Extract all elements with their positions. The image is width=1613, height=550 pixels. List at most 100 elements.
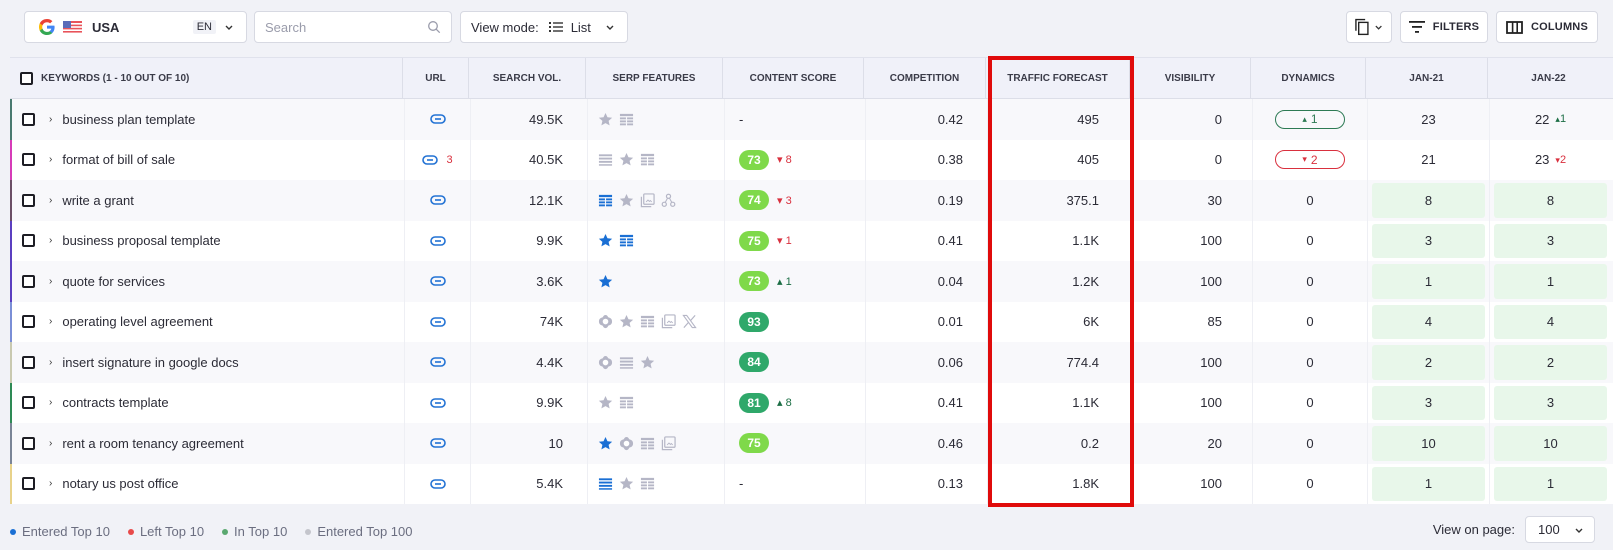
featured-snippet-star-icon[interactable]: [598, 233, 613, 248]
keyword-text[interactable]: insert signature in google docs: [62, 355, 238, 370]
featured-snippet-star-icon[interactable]: [619, 152, 634, 167]
list-icon[interactable]: [598, 476, 613, 491]
knowledge-panel-icon[interactable]: [619, 436, 634, 451]
row-checkbox[interactable]: [22, 112, 35, 126]
column-header-visibility[interactable]: VISIBILITY: [1130, 58, 1251, 98]
expand-chevron-icon[interactable]: ›: [49, 195, 52, 206]
search-icon[interactable]: [427, 20, 441, 34]
list-icon[interactable]: [619, 355, 634, 370]
search-input[interactable]: [265, 19, 415, 35]
content-score-badge[interactable]: 75: [739, 433, 769, 454]
column-header-search-vol[interactable]: SEARCH VOL.: [469, 58, 586, 98]
link-icon[interactable]: [429, 235, 446, 246]
row-checkbox[interactable]: [22, 355, 35, 369]
table-row[interactable]: › business plan template 49.5K - 0.42 49…: [10, 99, 1613, 140]
keyword-text[interactable]: quote for services: [62, 274, 165, 289]
featured-snippet-star-icon[interactable]: [598, 395, 613, 410]
images-icon[interactable]: [661, 314, 676, 329]
filters-button[interactable]: FILTERS: [1400, 11, 1488, 43]
featured-snippet-star-icon[interactable]: [619, 314, 634, 329]
expand-chevron-icon[interactable]: ›: [49, 276, 52, 287]
table-row[interactable]: › insert signature in google docs 4.4K 8…: [10, 342, 1613, 383]
column-header-keywords[interactable]: KEYWORDS (1 - 10 OUT OF 10): [10, 58, 403, 98]
row-checkbox[interactable]: [22, 315, 35, 329]
content-score-badge[interactable]: 93: [739, 311, 769, 332]
knowledge-panel-icon[interactable]: [598, 355, 613, 370]
table-icon[interactable]: [640, 436, 655, 451]
column-header-url[interactable]: URL: [403, 58, 469, 98]
expand-chevron-icon[interactable]: ›: [49, 154, 52, 165]
link-icon[interactable]: [429, 276, 446, 287]
row-checkbox[interactable]: [22, 396, 35, 410]
link-icon[interactable]: [422, 154, 439, 165]
view-mode-dropdown[interactable]: View mode: List: [460, 11, 628, 43]
table-row[interactable]: › write a grant 12.1K 74 ▾ 3 0.19 375.1 3…: [10, 180, 1613, 221]
images-icon[interactable]: [640, 193, 655, 208]
region-selector[interactable]: USA EN: [24, 11, 247, 43]
row-checkbox[interactable]: [22, 234, 35, 248]
images-icon[interactable]: [661, 436, 676, 451]
table-row[interactable]: › business proposal template 9.9K 75 ▾ 1 …: [10, 220, 1613, 261]
knowledge-panel-icon[interactable]: [598, 314, 613, 329]
table-icon[interactable]: [640, 476, 655, 491]
expand-chevron-icon[interactable]: ›: [49, 357, 52, 368]
columns-button[interactable]: COLUMNS: [1496, 11, 1598, 43]
keyword-text[interactable]: write a grant: [62, 193, 134, 208]
featured-snippet-star-icon[interactable]: [619, 476, 634, 491]
column-header-competition[interactable]: COMPETITION: [864, 58, 986, 98]
expand-chevron-icon[interactable]: ›: [49, 478, 52, 489]
column-header-dynamics[interactable]: DYNAMICS: [1251, 58, 1366, 98]
row-checkbox[interactable]: [22, 153, 35, 167]
keyword-text[interactable]: business plan template: [62, 112, 195, 127]
link-icon[interactable]: [429, 195, 446, 206]
keyword-text[interactable]: format of bill of sale: [62, 152, 175, 167]
table-icon[interactable]: [619, 112, 634, 127]
row-checkbox[interactable]: [22, 436, 35, 450]
table-icon[interactable]: [598, 193, 613, 208]
table-icon[interactable]: [640, 152, 655, 167]
content-score-badge[interactable]: 73: [739, 149, 769, 170]
column-header-jan-21[interactable]: JAN-21: [1366, 58, 1488, 98]
page-size-select[interactable]: 100: [1525, 516, 1595, 543]
keyword-text[interactable]: contracts template: [62, 395, 168, 410]
content-score-badge[interactable]: 81: [739, 392, 769, 413]
link-icon[interactable]: [429, 397, 446, 408]
column-header-serp-features[interactable]: SERP FEATURES: [586, 58, 723, 98]
row-checkbox[interactable]: [22, 274, 35, 288]
featured-snippet-star-icon[interactable]: [598, 112, 613, 127]
featured-snippet-star-icon[interactable]: [640, 355, 655, 370]
content-score-badge[interactable]: 73: [739, 271, 769, 292]
graph-icon[interactable]: [661, 193, 676, 208]
link-icon[interactable]: [429, 114, 446, 125]
table-row[interactable]: › format of bill of sale 3 40.5K 73 ▾ 8 0…: [10, 139, 1613, 180]
content-score-badge[interactable]: 75: [739, 230, 769, 251]
select-all-checkbox[interactable]: [20, 71, 33, 85]
expand-chevron-icon[interactable]: ›: [49, 235, 52, 246]
link-icon[interactable]: [429, 438, 446, 449]
table-row[interactable]: › notary us post office 5.4K - 0.13 1.8K…: [10, 463, 1613, 504]
table-icon[interactable]: [619, 233, 634, 248]
expand-chevron-icon[interactable]: ›: [49, 397, 52, 408]
content-score-badge[interactable]: 74: [739, 190, 769, 211]
table-row[interactable]: › rent a room tenancy agreement 10 75 0.…: [10, 423, 1613, 464]
table-icon[interactable]: [640, 314, 655, 329]
keyword-text[interactable]: rent a room tenancy agreement: [62, 436, 243, 451]
column-header-content-score[interactable]: CONTENT SCORE: [723, 58, 864, 98]
expand-chevron-icon[interactable]: ›: [49, 114, 52, 125]
x-twitter-icon[interactable]: [682, 314, 697, 329]
featured-snippet-star-icon[interactable]: [598, 436, 613, 451]
table-row[interactable]: › operating level agreement 74K 93 0.01 …: [10, 301, 1613, 342]
keyword-text[interactable]: operating level agreement: [62, 314, 212, 329]
column-header-jan-22[interactable]: JAN-22: [1488, 58, 1609, 98]
link-icon[interactable]: [429, 478, 446, 489]
expand-chevron-icon[interactable]: ›: [49, 316, 52, 327]
row-checkbox[interactable]: [22, 477, 35, 491]
keyword-text[interactable]: notary us post office: [62, 476, 178, 491]
table-icon[interactable]: [619, 395, 634, 410]
featured-snippet-star-icon[interactable]: [598, 274, 613, 289]
row-checkbox[interactable]: [22, 193, 35, 207]
expand-chevron-icon[interactable]: ›: [49, 438, 52, 449]
column-header-traffic-forecast[interactable]: TRAFFIC FORECAST: [986, 58, 1130, 98]
table-row[interactable]: › contracts template 9.9K 81 ▴ 8 0.41 1.1…: [10, 382, 1613, 423]
link-icon[interactable]: [429, 357, 446, 368]
